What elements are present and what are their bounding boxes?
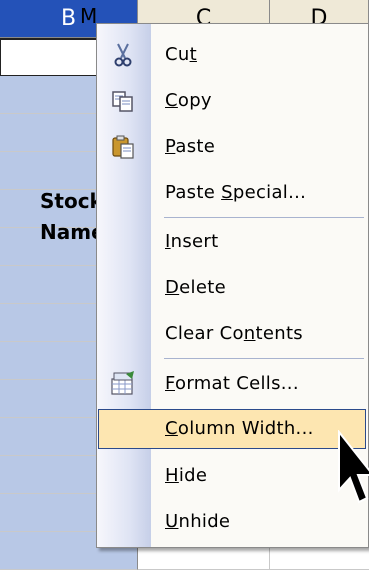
menu-item-copy[interactable]: Copy	[98, 81, 366, 121]
menu-item-cut[interactable]: Cut	[98, 35, 366, 75]
menu-label-paste: Paste	[165, 136, 216, 157]
menu-label-hide: Hide	[165, 465, 208, 486]
context-menu: Cut Copy Paste Paste Special... Insert D…	[96, 23, 369, 548]
cell-b1-text: M	[80, 4, 98, 28]
menu-label-paste-special: Paste Special...	[165, 182, 307, 203]
menu-item-hide[interactable]: Hide	[98, 456, 366, 496]
menu-label-format-cells: Format Cells...	[165, 373, 299, 394]
menu-item-column-width[interactable]: Column Width...	[98, 409, 366, 449]
menu-label-insert: Insert	[165, 231, 219, 252]
menu-item-delete[interactable]: Delete	[98, 268, 366, 308]
menu-label-cut: Cut	[165, 44, 197, 65]
menu-item-paste-special[interactable]: Paste Special...	[98, 173, 366, 213]
menu-label-column-width: Column Width...	[165, 418, 314, 439]
mouse-pointer-icon	[338, 430, 369, 504]
menu-item-paste[interactable]: Paste	[98, 127, 366, 167]
copy-icon	[112, 91, 133, 112]
paste-icon	[112, 135, 134, 159]
menu-label-clear-contents: Clear Contents	[165, 323, 303, 344]
scissors-icon	[114, 43, 132, 67]
menu-item-unhide[interactable]: Unhide	[98, 502, 366, 542]
menu-item-clear-contents[interactable]: Clear Contents	[98, 314, 366, 354]
menu-separator	[164, 217, 364, 218]
format-cells-icon	[111, 371, 134, 395]
menu-label-delete: Delete	[165, 277, 226, 298]
menu-item-format-cells[interactable]: Format Cells...	[98, 364, 366, 404]
cell-b-stock-text: Stock	[40, 189, 103, 213]
menu-label-copy: Copy	[165, 90, 212, 111]
menu-label-unhide: Unhide	[165, 511, 231, 532]
menu-separator	[164, 358, 364, 359]
cell-b-name-text: Name	[40, 220, 105, 244]
menu-item-insert[interactable]: Insert	[98, 222, 366, 262]
